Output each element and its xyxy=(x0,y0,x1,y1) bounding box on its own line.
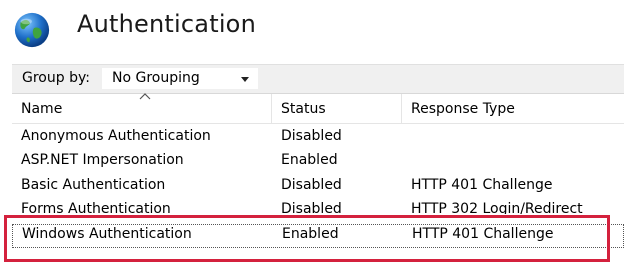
row-status: Disabled xyxy=(281,177,342,193)
row-status: Disabled xyxy=(281,201,342,214)
row-response-type: HTTP 401 Challenge xyxy=(412,226,554,242)
globe-icon xyxy=(14,12,50,48)
column-header-response-label: Response Type xyxy=(411,101,515,117)
table-row[interactable]: Basic Authentication Disabled HTTP 401 C… xyxy=(12,175,624,199)
row-status: Enabled xyxy=(281,152,338,168)
page-title: Authentication xyxy=(77,10,256,38)
page-header: Authentication xyxy=(0,0,624,58)
sort-ascending-icon xyxy=(139,93,151,100)
column-header-name[interactable]: Name xyxy=(12,93,272,124)
group-by-label: Group by: xyxy=(22,70,90,86)
column-header-response-type[interactable]: Response Type xyxy=(402,94,624,124)
row-response-type: HTTP 302 Login/Redirect xyxy=(411,201,583,214)
column-header-name-label: Name xyxy=(21,101,63,117)
row-name: Windows Authentication xyxy=(22,226,192,242)
column-header-status-label: Status xyxy=(281,101,326,117)
chevron-down-icon[interactable] xyxy=(241,77,249,82)
row-status: Enabled xyxy=(282,226,339,242)
row-response-type: HTTP 401 Challenge xyxy=(411,177,553,193)
table-row[interactable]: Forms Authentication Disabled HTTP 302 L… xyxy=(12,199,624,214)
table-row-selected[interactable]: Windows Authentication Enabled HTTP 401 … xyxy=(12,224,624,248)
row-name: Forms Authentication xyxy=(21,201,171,214)
table-row[interactable]: ASP.NET Impersonation Enabled xyxy=(12,150,624,174)
features-grid: Name Status Response Type Anonymous Auth… xyxy=(12,93,624,270)
row-name: Anonymous Authentication xyxy=(21,128,211,144)
row-status: Disabled xyxy=(281,128,342,144)
group-by-value: No Grouping xyxy=(112,70,200,86)
row-name: ASP.NET Impersonation xyxy=(21,152,184,168)
row-name: Basic Authentication xyxy=(21,177,166,193)
group-by-dropdown[interactable]: No Grouping xyxy=(102,68,258,89)
group-by-toolbar: Group by: No Grouping xyxy=(12,64,624,94)
column-header-status[interactable]: Status xyxy=(272,94,402,124)
table-row[interactable]: Anonymous Authentication Disabled xyxy=(12,126,624,150)
